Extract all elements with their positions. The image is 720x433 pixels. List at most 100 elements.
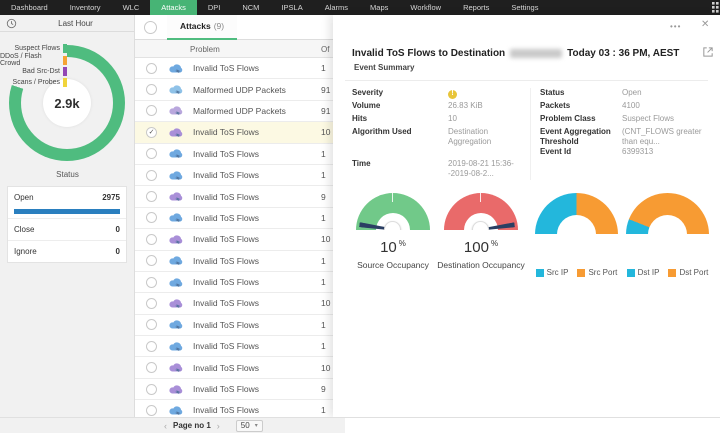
attack-row[interactable]: ✓ Malformed UDP Packets 91 (135, 79, 345, 100)
row-select-radio[interactable]: ✓ (146, 255, 157, 266)
open-new-window-icon[interactable] (703, 47, 713, 57)
more-options-icon[interactable]: ••• (670, 22, 681, 31)
cloud-icon (168, 341, 184, 352)
select-all-radio[interactable] (144, 21, 157, 34)
row-select-radio[interactable]: ✓ (146, 170, 157, 181)
summary-fields-left: Severity ! Volume 26.83 KiB Hits (352, 88, 528, 179)
row-select-radio[interactable]: ✓ (146, 148, 157, 159)
gauge-tick (392, 193, 393, 202)
nav-item[interactable]: IPSLA (270, 0, 313, 15)
attack-row[interactable]: ✓ Invalid ToS Flows 1 (135, 336, 345, 357)
row-select-radio[interactable]: ✓ (146, 319, 157, 330)
source-occupancy-gauge: 10% Source Occupancy (347, 193, 439, 270)
apps-grid-icon[interactable] (712, 2, 719, 13)
row-select-radio[interactable]: ✓ (146, 105, 157, 116)
status-row[interactable]: Open 2975 (8, 187, 126, 219)
status-row[interactable]: Close 0 (8, 219, 126, 241)
column-offender: Of (321, 45, 329, 54)
attack-row[interactable]: ✓ Invalid ToS Flows 1 (135, 165, 345, 186)
attack-row[interactable]: ✓ Malformed UDP Packets 91 (135, 101, 345, 122)
attack-row[interactable]: ✓ Invalid ToS Flows 10 (135, 229, 345, 250)
cloud-icon (168, 255, 184, 266)
attack-row[interactable]: ✓ Invalid ToS Flows 1 (135, 272, 345, 293)
nav-item[interactable]: WLC (112, 0, 151, 15)
page-size-select[interactable]: 50 ▾ (236, 420, 263, 432)
gauge-label: Source Occupancy (347, 260, 439, 270)
table-header: Problem Of (135, 40, 345, 58)
cloud-icon (168, 277, 184, 288)
cloud-icon (168, 319, 184, 330)
status-row[interactable]: Ignore 0 (8, 241, 126, 262)
attack-row[interactable]: ✓ Invalid ToS Flows 10 (135, 122, 345, 143)
row-select-radio[interactable]: ✓ (146, 277, 157, 288)
legend-swatch (668, 269, 676, 277)
row-select-radio[interactable]: ✓ (146, 405, 157, 416)
tab-bar: Attacks (9) (135, 15, 345, 40)
destination-donut-chart: Dst IP Dst Port (620, 193, 715, 277)
row-select-radio[interactable]: ✓ (146, 298, 157, 309)
legend-swatch (627, 269, 635, 277)
field-row: Status Open (540, 88, 712, 101)
legend-tick (63, 56, 67, 65)
field-row: Volume 26.83 KiB (352, 101, 528, 114)
attack-row[interactable]: ✓ Invalid ToS Flows 1 (135, 251, 345, 272)
app-window: DashboardInventoryWLCAttacksDPINCMIPSLAA… (0, 0, 720, 433)
attack-row[interactable]: ✓ Invalid ToS Flows 1 (135, 144, 345, 165)
close-icon[interactable]: ✕ (701, 19, 709, 30)
row-select-radio[interactable]: ✓ (146, 384, 157, 395)
attack-row[interactable]: ✓ Invalid ToS Flows 9 (135, 379, 345, 400)
nav-item[interactable]: Attacks (150, 0, 197, 15)
attack-row[interactable]: ✓ Invalid ToS Flows 10 (135, 357, 345, 378)
divider (345, 80, 708, 81)
nav-item[interactable]: Alarms (314, 0, 359, 15)
status-card: Open 2975 Close 0 Ignore 0 (7, 186, 127, 263)
attack-row[interactable]: ✓ Invalid ToS Flows 1 (135, 315, 345, 336)
redacted-destination-ip (510, 49, 562, 58)
row-select-radio[interactable]: ✓ (146, 191, 157, 202)
row-select-radio[interactable]: ✓ (146, 341, 157, 352)
donut-legend: Suspect Flows DDoS / Flash Crowd Bad Src… (0, 43, 67, 89)
tab-attacks[interactable]: Attacks (9) (167, 15, 237, 40)
next-page-icon[interactable]: › (215, 421, 222, 431)
legend-item: DDoS / Flash Crowd (0, 54, 67, 65)
field-row: Event Aggregation Threshold (CNT_FLOWS g… (540, 127, 712, 147)
row-select-radio[interactable]: ✓ (146, 127, 157, 138)
attack-row[interactable]: ✓ Invalid ToS Flows 10 (135, 293, 345, 314)
column-problem: Problem (190, 45, 220, 54)
destination-occupancy-gauge: 100% Destination Occupancy (435, 193, 527, 270)
cloud-icon (168, 191, 184, 202)
nav-item[interactable]: Inventory (59, 0, 112, 15)
event-summary-heading: Event Summary (354, 63, 414, 72)
row-select-radio[interactable]: ✓ (146, 84, 157, 95)
row-select-radio[interactable]: ✓ (146, 212, 157, 223)
nav-item[interactable]: Dashboard (0, 0, 59, 15)
summary-fields-right: Status Open Packets 4100 Problem Class S… (540, 88, 712, 160)
attack-row[interactable]: ✓ Invalid ToS Flows 1 (135, 208, 345, 229)
attack-row[interactable]: ✓ Invalid ToS Flows 1 (135, 58, 345, 79)
row-select-radio[interactable]: ✓ (146, 63, 157, 74)
tab-count: (9) (214, 21, 224, 31)
cloud-icon (168, 127, 184, 138)
attack-row[interactable]: ✓ Invalid ToS Flows 9 (135, 186, 345, 207)
nav-item[interactable]: Reports (452, 0, 500, 15)
nav-item[interactable]: DPI (197, 0, 232, 15)
field-row: Event Id 6399313 (540, 147, 712, 160)
row-select-radio[interactable]: ✓ (146, 234, 157, 245)
severity-warning-icon: ! (448, 90, 457, 99)
cloud-icon (168, 234, 184, 245)
cloud-icon (168, 105, 184, 116)
page-number-label: Page no 1 (173, 421, 211, 430)
nav-item[interactable]: Maps (359, 0, 399, 15)
attacks-table: ✓ Invalid ToS Flows 1 ✓ (135, 58, 345, 417)
prev-page-icon[interactable]: ‹ (162, 421, 169, 431)
nav-item[interactable]: Workflow (399, 0, 452, 15)
nav-item[interactable]: NCM (231, 0, 270, 15)
attack-row[interactable]: ✓ Invalid ToS Flows 1 (135, 400, 345, 417)
event-charts: 10% Source Occupancy 100% Destination Oc… (333, 193, 720, 311)
footer-bar: ‹ Page no 1 › 50 ▾ (0, 417, 720, 433)
gauge-tick (480, 193, 481, 202)
status-bar (14, 209, 120, 214)
row-select-radio[interactable]: ✓ (146, 362, 157, 373)
attacks-list-panel: Attacks (9) Problem Of ✓ Invalid ToS Flo… (135, 15, 345, 417)
nav-item[interactable]: Settings (500, 0, 549, 15)
